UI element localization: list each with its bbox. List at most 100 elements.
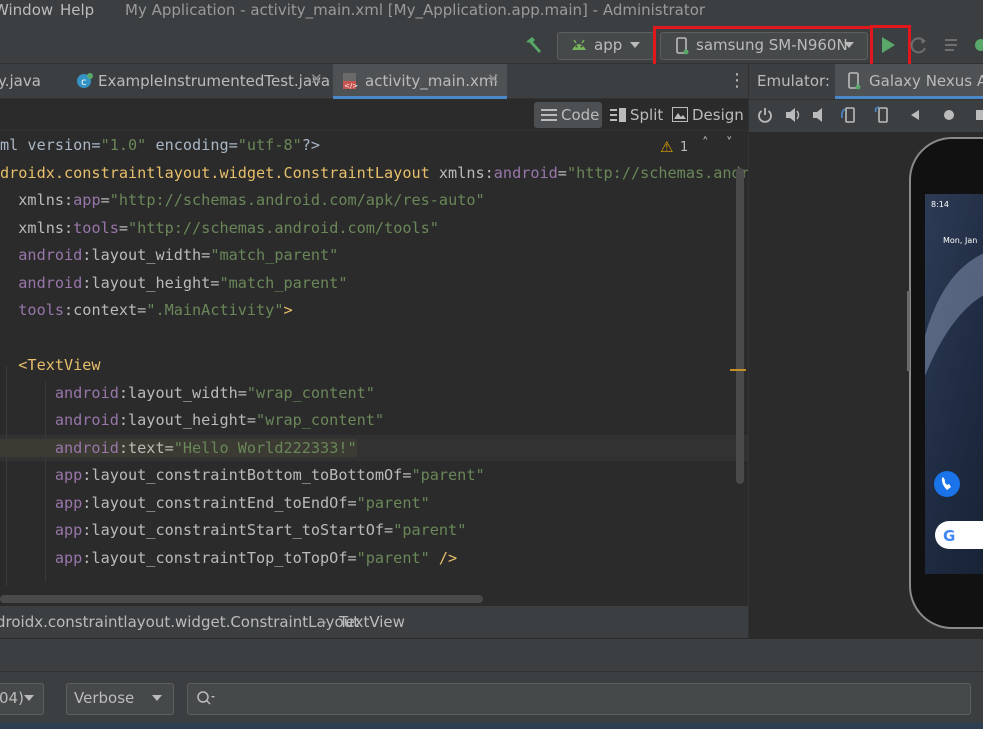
tool-window-header <box>0 638 983 671</box>
more-tabs-icon[interactable]: ⋮ <box>728 70 746 91</box>
menu-window[interactable]: Window <box>0 1 53 19</box>
design-view-icon <box>672 107 688 122</box>
view-mode-design-button[interactable]: Design <box>670 102 744 128</box>
menu-help[interactable]: Help <box>60 1 94 19</box>
tab-emulator-device[interactable]: Galaxy Nexus API <box>835 64 983 99</box>
status-bar <box>0 723 983 729</box>
code-editor[interactable]: ml version="1.0" encoding="utf-8"?> droid… <box>0 132 748 604</box>
vertical-scrollbar[interactable] <box>736 168 744 484</box>
sync-project-icon[interactable] <box>973 36 983 54</box>
view-mode-code-button[interactable]: Code <box>534 102 602 128</box>
code-token: :layout_constraintBottom_toBottomOf= <box>82 466 412 484</box>
chevron-down-icon <box>152 695 162 701</box>
log-level-select[interactable]: Verbose <box>66 683 174 715</box>
code-token: tools <box>0 301 65 319</box>
process-select[interactable]: 04) <box>0 683 44 715</box>
indent-guide <box>6 366 7 586</box>
window-title: My Application - activity_main.xml [My_A… <box>125 1 706 19</box>
warning-icon: ⚠ <box>660 138 674 156</box>
code-line[interactable]: android:layout_height="wrap_content" <box>0 407 748 433</box>
close-tab-icon[interactable]: ✕ <box>310 70 323 88</box>
overview-icon[interactable] <box>975 109 983 121</box>
code-token: android <box>0 383 119 402</box>
code-line[interactable]: android:layout_height="match_parent" <box>0 270 748 296</box>
phone-device-icon <box>848 72 861 90</box>
view-mode-split-button[interactable]: Split <box>608 102 664 128</box>
tab-example-instrumented-test[interactable]: c ExampleInstrumentedTest.java ✕ <box>68 64 330 98</box>
phone-frame[interactable]: G <box>907 136 983 632</box>
rotate-left-icon[interactable] <box>840 106 860 124</box>
code-line[interactable]: xmlns:app="http://schemas.android.com/ap… <box>0 187 748 213</box>
code-token: > <box>283 301 293 319</box>
view-mode-label: Design <box>692 106 744 124</box>
tab-label: ExampleInstrumentedTest.java <box>98 72 331 90</box>
code-token: = <box>557 163 567 182</box>
search-icon <box>197 691 215 705</box>
code-token: app <box>0 466 83 484</box>
logcat-search-field[interactable] <box>187 683 971 715</box>
tab-java-file[interactable]: y.java <box>0 64 62 98</box>
code-line[interactable]: xmlns:tools="http://schemas.android.com/… <box>0 215 748 241</box>
volume-up-icon[interactable] <box>785 107 803 123</box>
view-mode-label: Code <box>561 106 600 124</box>
code-token: ".MainActivity" <box>146 301 284 319</box>
code-token: xmlns: <box>429 163 494 182</box>
log-level-label: Verbose <box>74 689 135 707</box>
code-line[interactable]: android:text="Hello World222333!" <box>0 434 748 461</box>
chevron-down-icon[interactable]: ˅ <box>726 136 733 151</box>
code-line[interactable]: android:layout_width="match_parent" <box>0 242 748 268</box>
code-token: droidx.constraintlayout.widget.Constrain… <box>0 163 430 182</box>
code-token: ?> <box>301 136 321 154</box>
code-token: app <box>0 521 83 539</box>
code-line[interactable]: android:layout_width="wrap_content" <box>0 380 748 406</box>
view-mode-label: Split <box>630 106 664 124</box>
code-line[interactable]: droidx.constraintlayout.widget.Constrain… <box>0 160 748 186</box>
apply-code-changes-icon[interactable] <box>944 37 962 53</box>
build-hammer-icon[interactable] <box>522 34 544 56</box>
device-select[interactable]: samsung SM-N960N <box>660 32 868 60</box>
phone-date: Mon, Jan <box>943 236 978 245</box>
code-line[interactable] <box>0 325 748 351</box>
home-icon[interactable] <box>943 109 955 121</box>
code-line[interactable]: ml version="1.0" encoding="utf-8"?> <box>0 132 748 158</box>
code-token: :layout_width= <box>82 246 211 264</box>
tab-activity-main-xml[interactable]: </> activity_main.xml ✕ <box>333 64 507 98</box>
breadcrumb-item-constraint-layout[interactable]: droidx.constraintlayout.widget.Constrain… <box>0 613 359 631</box>
breadcrumb: droidx.constraintlayout.widget.Constrain… <box>0 606 748 638</box>
code-line[interactable]: <TextView <box>0 352 748 378</box>
code-token: "utf-8" <box>237 136 302 154</box>
warning-count: 1 <box>680 140 689 155</box>
logcat-search-input[interactable] <box>220 687 964 711</box>
breadcrumb-item-textview[interactable]: TextView <box>339 613 405 631</box>
apply-changes-icon[interactable] <box>910 36 928 54</box>
back-icon[interactable] <box>909 109 921 121</box>
volume-down-icon[interactable] <box>812 107 828 123</box>
rotate-right-icon[interactable] <box>873 106 893 124</box>
inspection-widget[interactable]: ⚠ 1 ˄ ˅ <box>660 136 742 158</box>
code-line[interactable]: app:layout_constraintTop_toTopOf="parent… <box>0 545 748 571</box>
code-token: /> <box>429 548 458 567</box>
code-line[interactable]: app:layout_constraintEnd_toEndOf="parent… <box>0 490 748 516</box>
title-bar: Window Help My Application - activity_ma… <box>0 0 983 25</box>
chevron-down-icon <box>844 42 854 48</box>
code-line[interactable]: app:layout_constraintStart_toStartOf="pa… <box>0 517 748 543</box>
xml-layout-icon: </> <box>343 73 358 90</box>
emulator-screen-area: G 8:14 Mon, Jan <box>749 132 983 638</box>
horizontal-scrollbar[interactable] <box>0 595 483 603</box>
code-token: ml version= <box>0 136 101 154</box>
power-icon[interactable] <box>757 107 773 123</box>
run-configuration-select[interactable]: app <box>557 32 654 60</box>
code-line[interactable]: app:layout_constraintBottom_toBottomOf="… <box>0 462 748 488</box>
code-view-icon <box>541 109 557 121</box>
code-line[interactable]: tools:context=".MainActivity"> <box>0 297 748 323</box>
run-play-icon[interactable] <box>880 36 896 54</box>
code-token: app <box>73 191 101 209</box>
android-icon <box>572 39 586 50</box>
code-token: app <box>0 548 83 567</box>
phone-status-time: 8:14 <box>931 200 949 209</box>
svg-text:c: c <box>81 77 87 88</box>
code-token: "Hello World222333!" <box>173 438 357 457</box>
warning-marker[interactable] <box>730 369 746 371</box>
chevron-up-icon[interactable]: ˄ <box>702 136 709 151</box>
close-tab-icon[interactable]: ✕ <box>487 70 500 88</box>
